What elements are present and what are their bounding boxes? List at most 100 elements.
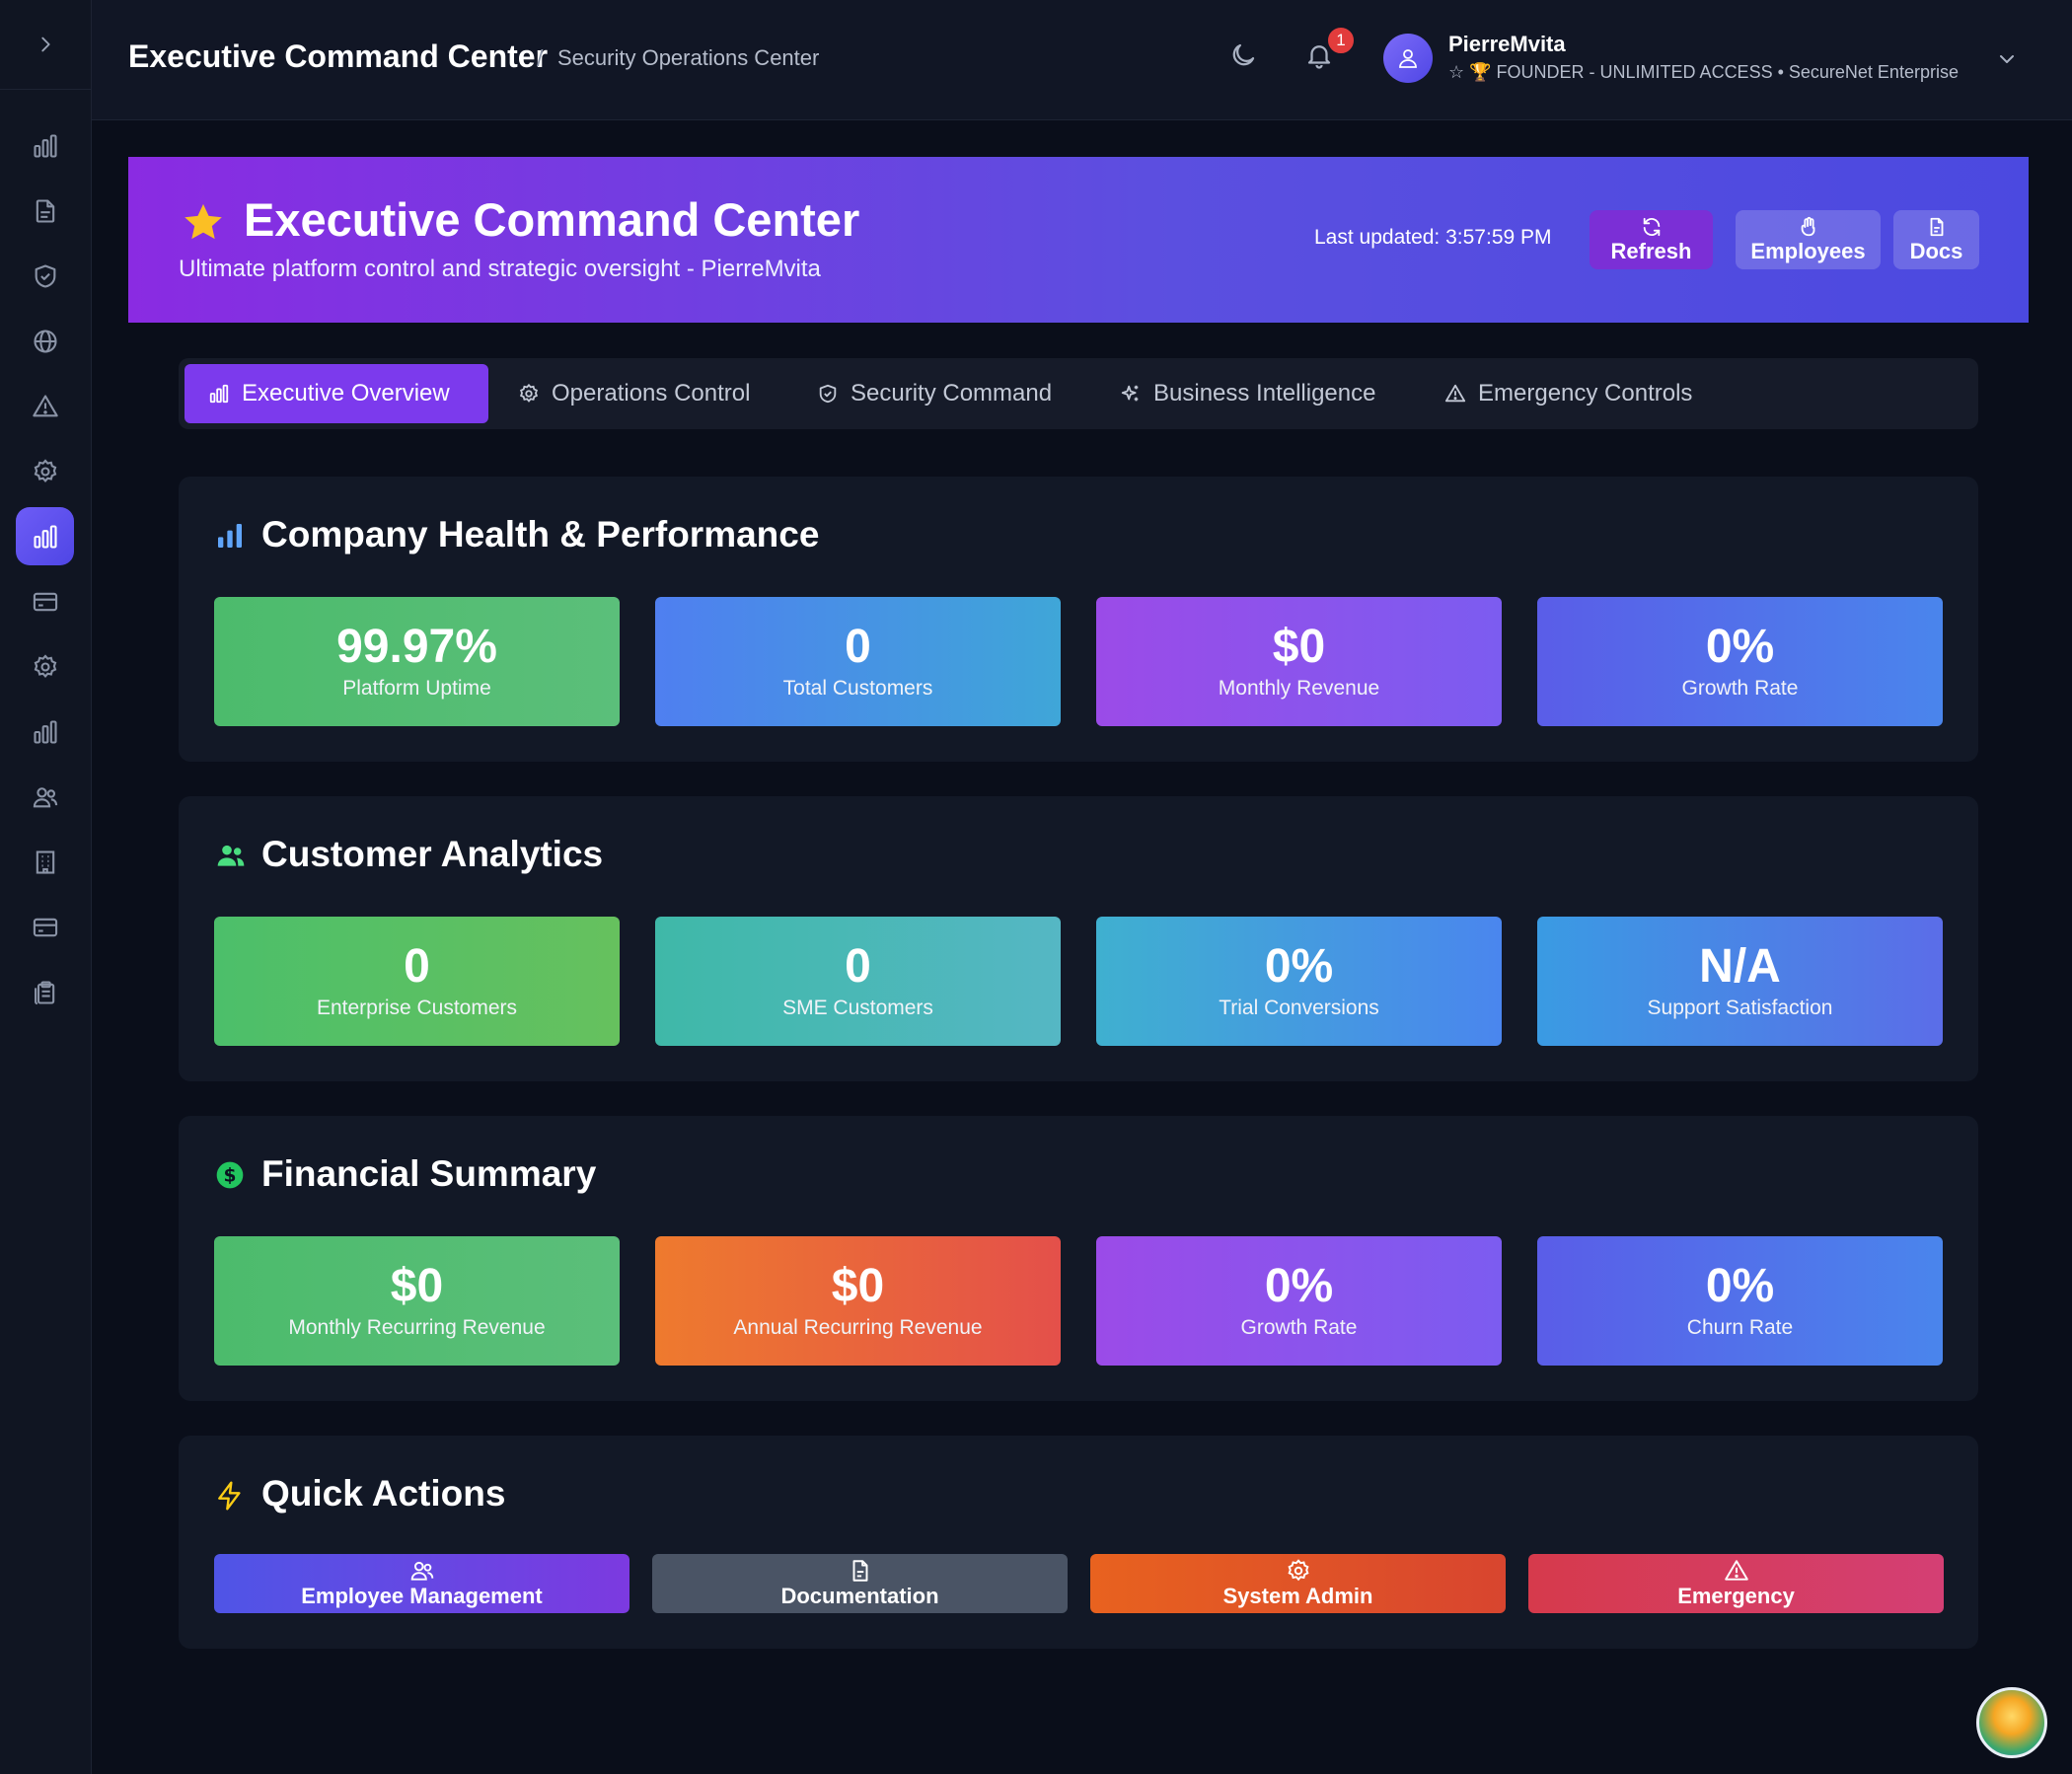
file-icon	[36, 198, 54, 223]
tab-executive-overview[interactable]: Executive Overview	[185, 364, 488, 423]
bar-chart-icon	[33, 719, 57, 744]
sidebar-item-organization[interactable]	[16, 833, 74, 891]
alert-triangle-icon	[1444, 384, 1466, 403]
metric-card-monthly-revenue: $0 Monthly Revenue	[1096, 597, 1502, 726]
metric-label: Monthly Revenue	[1218, 676, 1380, 700]
metric-label: SME Customers	[782, 996, 933, 1019]
docs-label: Docs	[1909, 238, 1963, 263]
metric-label: Monthly Recurring Revenue	[288, 1315, 546, 1339]
user-name[interactable]: PierreMvita	[1448, 32, 1566, 57]
metric-label: Enterprise Customers	[316, 996, 518, 1019]
quick-actions-section: Quick Actions Employee Management Docume…	[179, 1436, 1978, 1649]
metric-card-support-satisfaction: N/A Support Satisfaction	[1537, 917, 1943, 1046]
user-avatar[interactable]	[1383, 34, 1433, 83]
sparkles-icon	[1121, 385, 1139, 402]
chevron-down-icon	[2000, 55, 2014, 63]
sidebar-item-alerts[interactable]	[16, 377, 74, 435]
metric-value: 99.97%	[336, 621, 497, 674]
sidebar-item-metrics[interactable]	[16, 702, 74, 761]
system-admin-button[interactable]: System Admin	[1090, 1554, 1506, 1613]
hero-banner: Executive Command Center Ultimate platfo…	[128, 157, 2029, 323]
user-icon	[1399, 49, 1417, 68]
metric-value: 0%	[1264, 1260, 1334, 1313]
employees-button[interactable]: Employees	[1736, 210, 1881, 269]
tab-operations-control[interactable]: Operations Control	[494, 364, 780, 423]
sidebar-item-reports[interactable]	[16, 182, 74, 240]
hand-icon	[1801, 216, 1814, 236]
metric-card-enterprise-customers: 0 Enterprise Customers	[214, 917, 620, 1046]
breadcrumb-subtitle[interactable]: Security Operations Center	[557, 45, 819, 71]
metric-value: $0	[831, 1260, 885, 1313]
credit-card-icon	[33, 592, 57, 611]
metric-label: Trial Conversions	[1219, 996, 1379, 1019]
sidebar-item-security[interactable]	[16, 247, 74, 305]
tab-label: Business Intelligence	[1153, 380, 1376, 407]
section-title: Financial Summary	[261, 1153, 597, 1194]
gear-icon	[34, 458, 56, 482]
star-icon	[181, 200, 226, 246]
metric-label: Annual Recurring Revenue	[733, 1315, 983, 1339]
metric-label: Support Satisfaction	[1647, 996, 1833, 1019]
sidebar-expand-button[interactable]	[0, 0, 91, 90]
sidebar-item-configuration[interactable]	[16, 637, 74, 696]
metric-label: Churn Rate	[1686, 1315, 1794, 1339]
users-icon	[214, 840, 248, 871]
refresh-icon	[1643, 217, 1660, 236]
employee-management-button[interactable]: Employee Management	[214, 1554, 629, 1613]
sidebar-item-settings[interactable]	[16, 442, 74, 500]
svg-text:$: $	[224, 1166, 237, 1187]
company-health-section: Company Health & Performance 99.97% Plat…	[179, 477, 1978, 762]
metric-card-growth-rate: 0% Growth Rate	[1537, 597, 1943, 726]
bar-chart-icon	[33, 133, 57, 158]
tab-security-command[interactable]: Security Command	[793, 364, 1099, 423]
sidebar-item-executive[interactable]	[16, 507, 74, 565]
globe-icon	[33, 329, 57, 353]
metric-value: 0%	[1705, 1260, 1775, 1313]
customer-analytics-section: Customer Analytics 0 Enterprise Customer…	[179, 796, 1978, 1081]
assistant-launcher-button[interactable]	[1976, 1687, 2047, 1758]
alert-triangle-icon	[32, 394, 58, 416]
tab-business-intelligence[interactable]: Business Intelligence	[1096, 364, 1422, 423]
gear-icon	[34, 653, 56, 678]
metric-card-platform-uptime: 99.97% Platform Uptime	[214, 597, 620, 726]
file-icon	[852, 1560, 867, 1582]
metric-value: 0%	[1705, 621, 1775, 674]
metric-value: $0	[390, 1260, 444, 1313]
lightning-icon	[214, 1479, 246, 1513]
gear-icon	[519, 383, 539, 403]
credit-card-icon	[33, 918, 57, 936]
tab-bar: Executive Overview Operations Control Se…	[179, 358, 1978, 429]
gear-icon	[1287, 1559, 1309, 1582]
tab-label: Executive Overview	[242, 380, 450, 407]
sidebar-item-users[interactable]	[16, 768, 74, 826]
shield-check-icon	[35, 263, 55, 288]
metric-card-sme-customers: 0 SME Customers	[655, 917, 1061, 1046]
metric-label: Growth Rate	[1681, 676, 1799, 700]
docs-button[interactable]: Docs	[1893, 210, 1979, 269]
sidebar	[0, 0, 92, 1774]
bar-chart-icon	[214, 520, 246, 552]
metric-card-mrr: $0 Monthly Recurring Revenue	[214, 1236, 620, 1366]
tab-emergency-controls[interactable]: Emergency Controls	[1421, 364, 1717, 423]
tab-label: Operations Control	[552, 380, 751, 407]
user-menu-button[interactable]	[1995, 47, 2019, 71]
last-updated-text: Last updated: 3:57:59 PM	[1314, 226, 1552, 249]
banner-subtitle: Ultimate platform control and strategic …	[179, 256, 821, 282]
shield-check-icon	[819, 384, 837, 404]
sidebar-item-payments[interactable]	[16, 898, 74, 956]
sidebar-item-billing[interactable]	[16, 572, 74, 630]
documentation-button[interactable]: Documentation	[652, 1554, 1068, 1613]
breadcrumb-title[interactable]: Executive Command Center	[128, 38, 548, 75]
refresh-button[interactable]: Refresh	[1590, 210, 1713, 269]
theme-toggle-button[interactable]	[1228, 40, 1258, 70]
refresh-label: Refresh	[1610, 238, 1692, 263]
emergency-button[interactable]: Emergency	[1528, 1554, 1944, 1613]
sidebar-item-network[interactable]	[16, 312, 74, 370]
button-label: Employee Management	[301, 1584, 543, 1608]
button-label: Documentation	[780, 1584, 939, 1608]
sidebar-item-analytics[interactable]	[16, 116, 74, 175]
sidebar-item-audit[interactable]	[16, 963, 74, 1021]
button-label: Emergency	[1677, 1584, 1795, 1608]
tab-label: Security Command	[851, 380, 1053, 407]
metric-value: N/A	[1699, 940, 1781, 994]
